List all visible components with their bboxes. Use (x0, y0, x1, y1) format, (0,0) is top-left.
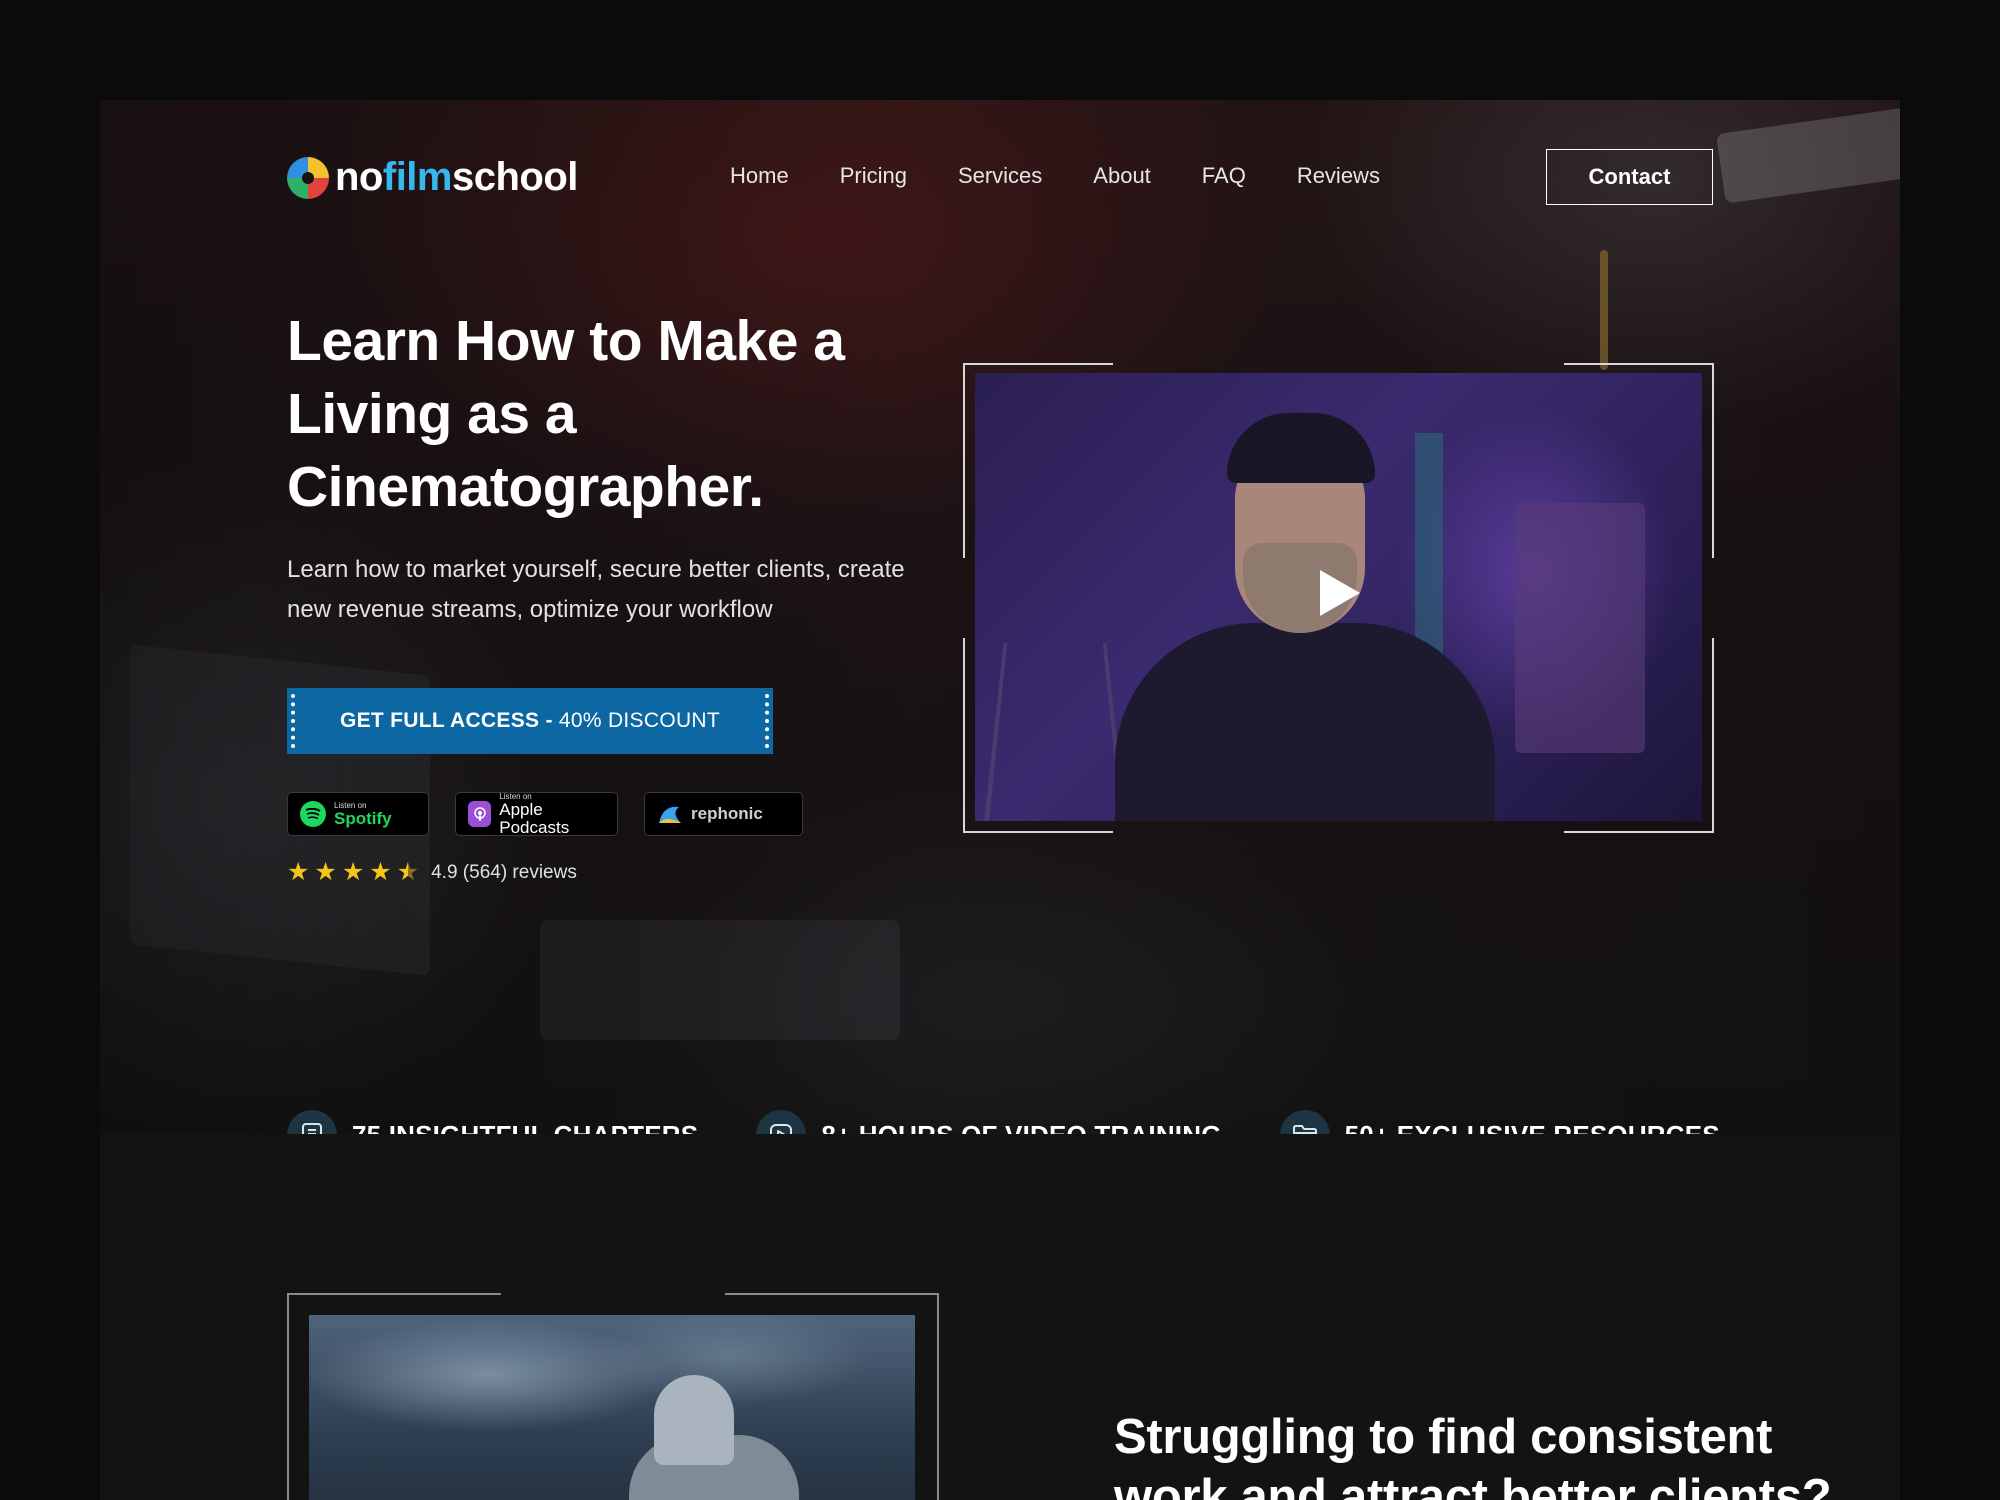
podcast-badges: Listen on Spotify Listen on Apple Podcas… (287, 792, 803, 836)
rephonic-label: rephonic (691, 804, 763, 823)
hero-headline: Learn How to Make a Living as a Cinemato… (287, 309, 845, 519)
logo-text: nofilmschool (335, 155, 578, 199)
page-frame: nofilmschool Home Pricing Services About… (100, 100, 1900, 1500)
section-image-frame (287, 1293, 939, 1500)
nav-faq[interactable]: FAQ (1202, 163, 1246, 189)
video-frame (963, 363, 1714, 833)
hero-subtext: Learn how to market yourself, secure bet… (287, 556, 905, 623)
feature-label: 50+ EXCLUSIVE RESOURCES (1345, 1120, 1720, 1135)
star-icon: ★ (314, 858, 337, 886)
rephonic-icon (659, 806, 681, 823)
spotify-label: Spotify (334, 808, 392, 828)
section-heading: Struggling to find consistent work and a… (1114, 1410, 1832, 1500)
contact-button[interactable]: Contact (1546, 149, 1713, 205)
star-icon: ★ (341, 858, 365, 886)
folder-icon (1279, 1110, 1330, 1134)
video-presenter-body (1115, 623, 1495, 821)
video-icon (756, 1110, 807, 1134)
nav-reviews[interactable]: Reviews (1297, 163, 1380, 189)
nav-about[interactable]: About (1093, 163, 1151, 189)
feature-item: 50+ EXCLUSIVE RESOURCES (1279, 1110, 1720, 1135)
logo-mark-icon (287, 156, 329, 199)
rating-text: 4.9 (564) reviews (431, 861, 577, 883)
feature-item: 8+ HOURS OF VIDEO TRAINING (756, 1110, 1221, 1134)
main-nav: Home Pricing Services About FAQ Reviews (730, 163, 1380, 189)
video-presenter-cap (1227, 413, 1375, 483)
star-icon: ★ (287, 858, 310, 886)
play-icon[interactable] (1320, 570, 1360, 616)
section-image (309, 1315, 915, 1500)
video-equipment-rack (1515, 503, 1645, 753)
video-tripod (982, 642, 1128, 821)
hero-section: nofilmschool Home Pricing Services About… (100, 100, 1900, 1134)
apple-podcasts-badge[interactable]: Listen on Apple Podcasts (455, 792, 618, 836)
get-full-access-button[interactable]: GET FULL ACCESS - 40% DISCOUNT (287, 688, 773, 754)
nav-pricing[interactable]: Pricing (840, 163, 907, 189)
image-person-hood (654, 1375, 734, 1465)
spotify-icon (300, 801, 326, 827)
book-icon (287, 1110, 337, 1134)
feature-item: 75 INSIGHTFUL CHAPTERS (287, 1110, 698, 1134)
half-star-icon: ★ (396, 858, 420, 886)
rating-stars: ★ ★ ★ ★ ★ (287, 860, 419, 885)
feature-label: 75 INSIGHTFUL CHAPTERS (352, 1120, 698, 1135)
spotify-badge[interactable]: Listen on Spotify (287, 792, 429, 836)
star-icon: ★ (369, 858, 392, 886)
feature-list: 75 INSIGHTFUL CHAPTERS 8+ HOURS OF VIDEO… (287, 1110, 1720, 1134)
nav-services[interactable]: Services (958, 163, 1042, 189)
cta-discount-label: 40% DISCOUNT (558, 709, 721, 732)
cta-strong-label: GET FULL ACCESS - (339, 709, 553, 732)
apple-podcasts-label: Apple Podcasts (499, 799, 570, 837)
intro-video[interactable] (975, 373, 1702, 821)
logo[interactable]: nofilmschool (287, 155, 578, 200)
rephonic-badge[interactable]: rephonic (644, 792, 803, 836)
feature-label: 8+ HOURS OF VIDEO TRAINING (821, 1120, 1221, 1135)
apple-podcasts-icon (468, 801, 492, 827)
rating: ★ ★ ★ ★ ★ 4.9 (564) reviews (287, 860, 577, 885)
nav-home[interactable]: Home (730, 163, 789, 189)
